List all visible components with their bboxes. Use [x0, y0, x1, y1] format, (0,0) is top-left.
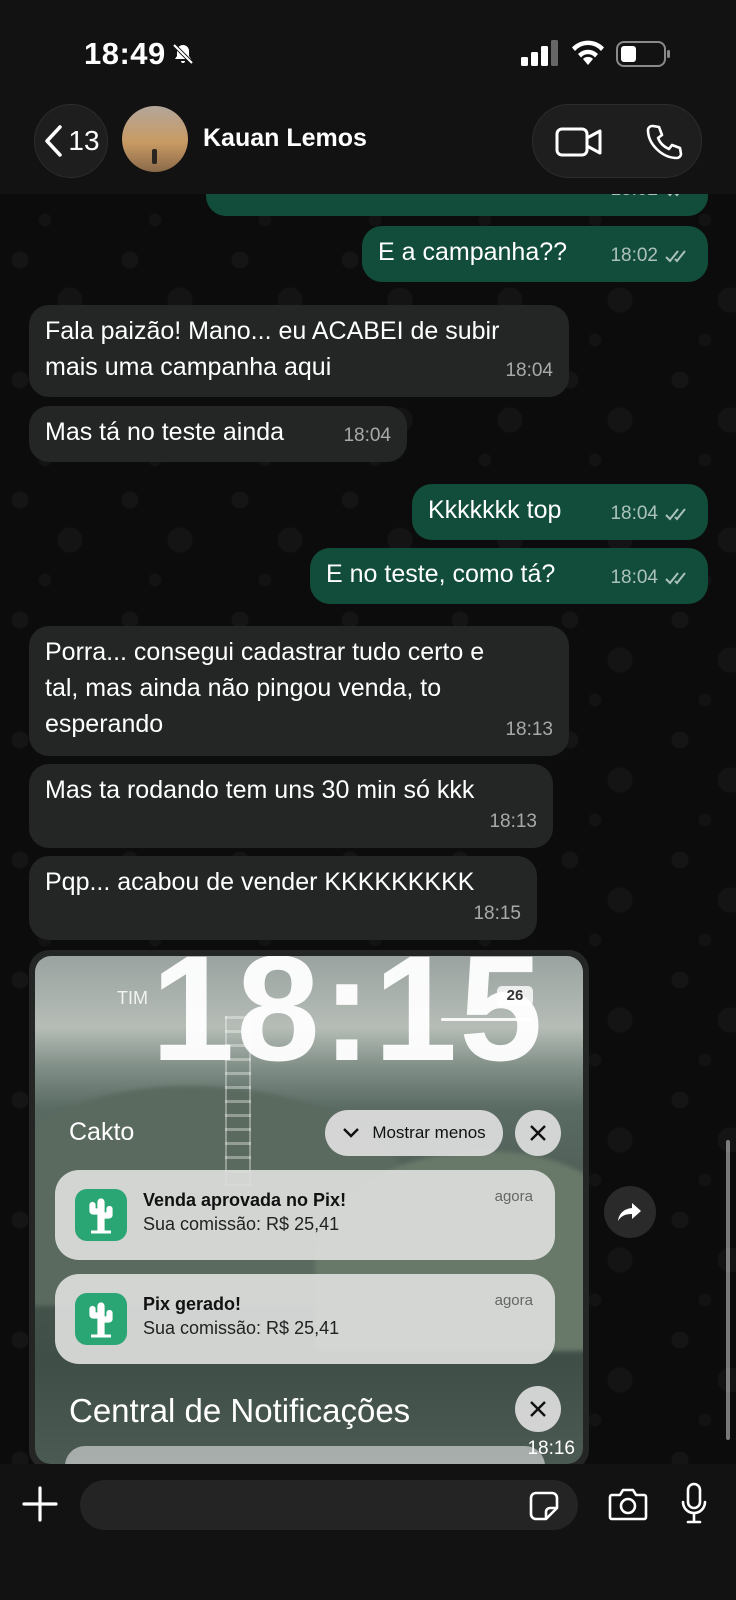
message-text: Fala paizão! Mano... eu ACABEI de subir … [45, 317, 500, 381]
cactus-icon [75, 1293, 127, 1345]
chevron-down-icon [343, 1128, 360, 1138]
message-bubble[interactable]: Pqp... acabou de vender KKKKKKKKK 18:15 [29, 856, 537, 940]
notification-title: Venda aprovada no Pix! [143, 1190, 347, 1210]
notification-card: Pix gerado! Sua comissão: R$ 25,41 agora [55, 1274, 555, 1364]
message-meta: 18:04 [505, 353, 553, 389]
avatar[interactable] [122, 106, 188, 172]
status-bar: 18:49 [0, 0, 736, 100]
message-meta: 18:04 [343, 418, 391, 454]
message-time: 18:15 [473, 903, 521, 924]
message-bubble[interactable]: Porra... consegui cadastrar tudo certo e… [29, 626, 569, 756]
forward-button[interactable] [604, 1186, 656, 1238]
sticker-icon[interactable] [528, 1490, 560, 1522]
message-meta: 18:04 [610, 496, 692, 532]
message-time: 18:04 [610, 567, 658, 588]
lockscreen-carrier: TIM [117, 988, 148, 1008]
notification-time: agora [494, 1292, 533, 1309]
avatar-figure [152, 149, 157, 164]
message-input[interactable] [80, 1480, 578, 1530]
notification-card-peek [65, 1446, 545, 1464]
message-time: 18:04 [610, 503, 658, 524]
notification-body: Sua comissão: R$ 25,41 [143, 1318, 340, 1338]
phone-icon[interactable] [645, 123, 683, 161]
message-meta: 18:04 [610, 560, 692, 596]
message-bubble[interactable]: E no teste, como tá? 18:04 [310, 548, 708, 604]
forward-icon [618, 1203, 641, 1221]
double-check-icon [665, 572, 686, 585]
message-time: 18:04 [343, 425, 391, 446]
close-icon [530, 1401, 546, 1417]
notification-group-title: Cakto [69, 1118, 135, 1146]
message-time: 18:04 [505, 360, 553, 381]
message-text: Mas ta rodando tem uns 30 min só kkk [45, 776, 475, 804]
notification-title: Pix gerado! [143, 1294, 242, 1314]
mic-icon[interactable] [680, 1482, 708, 1524]
chat-header: 13 Kauan Lemos [0, 100, 736, 194]
message-meta: 18:13 [505, 712, 553, 748]
lockscreen-battery: 26 [497, 986, 533, 1006]
show-less-button: Mostrar menos [325, 1110, 503, 1156]
notification-body: Sua comissão: R$ 25,41 [143, 1214, 340, 1234]
double-check-icon [665, 508, 686, 521]
show-less-label: Mostrar menos [372, 1123, 486, 1142]
message-bubble[interactable]: Kkkkkkk top 18:04 [412, 484, 708, 540]
camera-icon[interactable] [608, 1486, 648, 1522]
back-button[interactable]: 13 [34, 104, 108, 178]
message-meta: 18:15 [473, 896, 521, 932]
message-bubble[interactable]: Mas tá no teste ainda 18:04 [29, 406, 407, 462]
double-check-icon [665, 250, 686, 263]
notification-card: Venda aprovada no Pix! Sua comissão: R$ … [55, 1170, 555, 1260]
input-bar [0, 1464, 736, 1600]
message-text: Pqp... acabou de vender KKKKKKKKK [45, 868, 475, 896]
notification-time: agora [494, 1188, 533, 1205]
cactus-icon [75, 1189, 127, 1241]
lockscreen-flashlight-line [441, 1018, 533, 1021]
contact-name[interactable]: Kauan Lemos [203, 124, 367, 153]
message-time: 18:16 [527, 1438, 575, 1459]
battery-icon [616, 41, 670, 67]
message-bubble[interactable]: Fala paizão! Mano... eu ACABEI de subir … [29, 305, 569, 397]
video-icon[interactable] [555, 125, 603, 159]
image-message[interactable]: 18:15 TIM 26 Cakto Mostrar menos Venda a… [29, 950, 589, 1470]
message-text: Mas tá no teste ainda [45, 418, 285, 446]
message-time: 18:02 [610, 245, 658, 266]
close-center-button [515, 1386, 561, 1432]
plus-icon[interactable] [22, 1486, 58, 1522]
scrollbar[interactable] [726, 1140, 730, 1440]
wifi-icon [572, 40, 604, 65]
message-text: Porra... consegui cadastrar tudo certo e… [45, 638, 485, 738]
notification-center-title: Central de Notificações [69, 1392, 411, 1429]
close-group-button [515, 1110, 561, 1156]
bell-off-icon [172, 43, 194, 65]
lockscreen-time: 18:15 [151, 956, 545, 1092]
lockscreen-screenshot[interactable]: 18:15 TIM 26 Cakto Mostrar menos Venda a… [35, 956, 583, 1464]
message-meta: 18:13 [489, 804, 537, 840]
message-bubble[interactable]: Mas ta rodando tem uns 30 min só kkk 18:… [29, 764, 553, 848]
message-time: 18:13 [505, 719, 553, 740]
call-buttons [532, 104, 702, 178]
status-time: 18:49 [84, 36, 166, 71]
signal-icon [521, 40, 558, 66]
message-bubble[interactable]: E a campanha?? 18:02 [362, 226, 708, 282]
close-icon [530, 1125, 546, 1141]
message-meta: 18:02 [610, 238, 692, 274]
message-time: 18:13 [489, 811, 537, 832]
chevron-left-icon [45, 125, 63, 157]
unread-count: 13 [68, 125, 100, 156]
